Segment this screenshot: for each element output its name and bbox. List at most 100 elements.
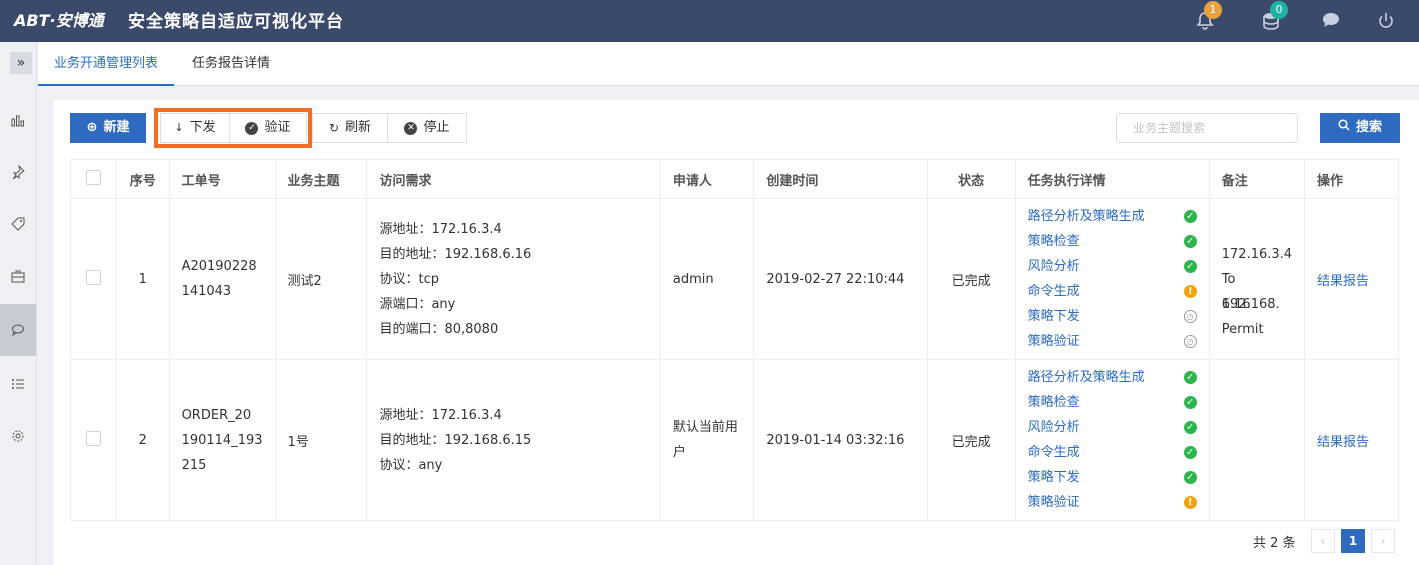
- order-no-line: ORDER_20: [181, 407, 252, 423]
- task-link[interactable]: 路径分析及策略生成: [1028, 204, 1145, 229]
- task-item: 策略下发 ✓: [1028, 465, 1197, 490]
- status-check-icon: ✓: [1183, 446, 1197, 459]
- cell-action: 结果报告: [1304, 198, 1399, 360]
- remark-line: To 192.168.: [1221, 271, 1280, 312]
- select-all-checkbox[interactable]: [85, 169, 101, 185]
- task-link[interactable]: 策略验证: [1028, 329, 1080, 354]
- power-icon[interactable]: [1375, 10, 1397, 32]
- task-link[interactable]: 风险分析: [1028, 254, 1080, 279]
- col-applicant: 申请人: [659, 159, 755, 199]
- col-remark: 备注: [1208, 159, 1306, 199]
- task-link[interactable]: 风险分析: [1028, 415, 1080, 440]
- cell-requirements: 源地址：172.16.3.4 目的地址：192.168.6.16 协议：tcp …: [366, 198, 661, 360]
- status-check-icon: ✓: [1183, 260, 1197, 273]
- result-report-link[interactable]: 结果报告: [1317, 435, 1369, 450]
- stop-button[interactable]: ✕ 停止: [387, 113, 467, 143]
- page-number-button[interactable]: 1: [1341, 529, 1365, 553]
- new-button[interactable]: ⊕ 新建: [70, 113, 146, 143]
- status-check-icon: ✓: [1183, 235, 1197, 248]
- col-requirements: 访问需求: [366, 159, 661, 199]
- cell-status: 已完成: [926, 198, 1016, 360]
- task-link[interactable]: 策略下发: [1028, 304, 1080, 329]
- sidebar-expand-icon[interactable]: »: [10, 52, 32, 74]
- task-link[interactable]: 命令生成: [1028, 279, 1080, 304]
- briefcase-icon[interactable]: [0, 250, 36, 302]
- row-checkbox-cell: [70, 198, 117, 360]
- highlight-box: [154, 108, 312, 148]
- tag-icon[interactable]: [0, 198, 36, 250]
- settings-gear-icon[interactable]: [0, 410, 36, 462]
- cell-order-no: ORDER_20 190114_193 215: [168, 359, 276, 521]
- result-report-link[interactable]: 结果报告: [1317, 274, 1369, 289]
- table-row: 2 ORDER_20 190114_193 215 1号 源地址：172.16.…: [70, 359, 1399, 521]
- col-index: 序号: [115, 159, 170, 199]
- col-action: 操作: [1304, 159, 1399, 199]
- task-item: 风险分析 ✓: [1028, 254, 1197, 279]
- notification-bell-icon[interactable]: 1: [1194, 1, 1222, 32]
- col-order-no: 工单号: [168, 159, 276, 199]
- requirement-line: 协议：tcp: [379, 271, 439, 287]
- pagination-total: 共 2 条: [1253, 536, 1296, 551]
- table-header-row: 序号 工单号 业务主题 访问需求 申请人 创建时间 状态 任务执行详情 备注 操…: [70, 159, 1399, 199]
- logo: ABT·安博通: [14, 11, 104, 30]
- cell-remark: 172.16.3.4 To 192.168. 6.16 Permit: [1208, 198, 1306, 360]
- select-all-checkbox-cell: [70, 159, 117, 199]
- list-icon[interactable]: [0, 358, 36, 410]
- message-icon[interactable]: [0, 304, 36, 356]
- order-no-line: 141043: [181, 284, 232, 299]
- cell-created: 2019-02-27 22:10:44: [753, 198, 928, 360]
- database-icon[interactable]: 0: [1260, 1, 1288, 32]
- cell-action: 结果报告: [1304, 359, 1399, 521]
- cell-applicant: admin: [659, 198, 755, 360]
- task-link[interactable]: 路径分析及策略生成: [1028, 365, 1145, 390]
- requirement-line: 目的地址：192.168.6.16: [379, 246, 532, 262]
- table-row: 1 A20190228 141043 测试2 源地址：172.16.3.4 目的…: [70, 198, 1399, 360]
- tab-business-list[interactable]: 业务开通管理列表: [38, 42, 175, 86]
- business-table: 序号 工单号 业务主题 访问需求 申请人 创建时间 状态 任务执行详情 备注 操…: [70, 159, 1399, 521]
- task-link[interactable]: 策略下发: [1028, 465, 1080, 490]
- task-link[interactable]: 策略检查: [1028, 390, 1080, 415]
- pin-icon[interactable]: [0, 146, 36, 198]
- col-created: 创建时间: [753, 159, 928, 199]
- row-checkbox[interactable]: [85, 269, 101, 285]
- prev-page-button[interactable]: ‹: [1311, 529, 1335, 553]
- task-link[interactable]: 策略验证: [1028, 490, 1080, 515]
- task-item: 路径分析及策略生成 ✓: [1028, 204, 1197, 229]
- task-link[interactable]: 策略检查: [1028, 229, 1080, 254]
- search-input[interactable]: 业务主题搜索: [1116, 113, 1298, 143]
- col-subject: 业务主题: [274, 159, 368, 199]
- cell-order-no: A20190228 141043: [168, 198, 276, 360]
- remark-line: 172.16.3.4: [1221, 246, 1293, 262]
- cell-index: 2: [115, 359, 170, 521]
- chat-icon[interactable]: [1320, 10, 1342, 32]
- task-item: 策略检查 ✓: [1028, 390, 1197, 415]
- chart-icon[interactable]: [0, 94, 36, 146]
- requirement-line: 源端口：any: [379, 296, 456, 312]
- row-checkbox[interactable]: [85, 430, 101, 446]
- applicant-line: admin: [672, 271, 714, 287]
- cell-tasks: 路径分析及策略生成 ✓ 策略检查 ✓ 风险分析 ✓ 命令生成 ✓ 策略下发 ✓ 策略验证!: [1014, 359, 1210, 521]
- task-item: 命令生成!: [1028, 279, 1197, 304]
- close-circle-icon: ✕: [404, 121, 418, 135]
- main-panel: ⊕ 新建 ↓ 下发 ✓ 验证 ↻ 刷新 ✕ 停止 业务主题搜索 搜索 序号 工单…: [54, 100, 1419, 565]
- search-button[interactable]: 搜索: [1320, 113, 1400, 143]
- applicant-line: 户: [672, 445, 686, 460]
- cell-subject: 1号: [274, 359, 368, 521]
- status-check-icon: ✓: [1183, 371, 1197, 384]
- cell-remark: [1208, 359, 1306, 521]
- refresh-button[interactable]: ↻ 刷新: [312, 113, 388, 143]
- task-item: 策略检查 ✓: [1028, 229, 1197, 254]
- requirement-line: 源地址：172.16.3.4: [379, 221, 502, 237]
- task-item: 命令生成 ✓: [1028, 440, 1197, 465]
- cell-requirements: 源地址：172.16.3.4 目的地址：192.168.6.15 协议：any: [366, 359, 661, 521]
- requirement-line: 目的地址：192.168.6.15: [379, 432, 532, 448]
- app-title: 安全策略自适应可视化平台: [128, 12, 344, 32]
- status-check-icon: ✓: [1183, 396, 1197, 409]
- status-clock-icon: ◷: [1183, 335, 1197, 348]
- cell-created: 2019-01-14 03:32:16: [753, 359, 928, 521]
- tab-task-report[interactable]: 任务报告详情: [176, 42, 286, 86]
- task-link[interactable]: 命令生成: [1028, 440, 1080, 465]
- database-badge: 0: [1270, 1, 1288, 19]
- next-page-button[interactable]: ›: [1371, 529, 1395, 553]
- requirement-line: 协议：any: [379, 457, 443, 473]
